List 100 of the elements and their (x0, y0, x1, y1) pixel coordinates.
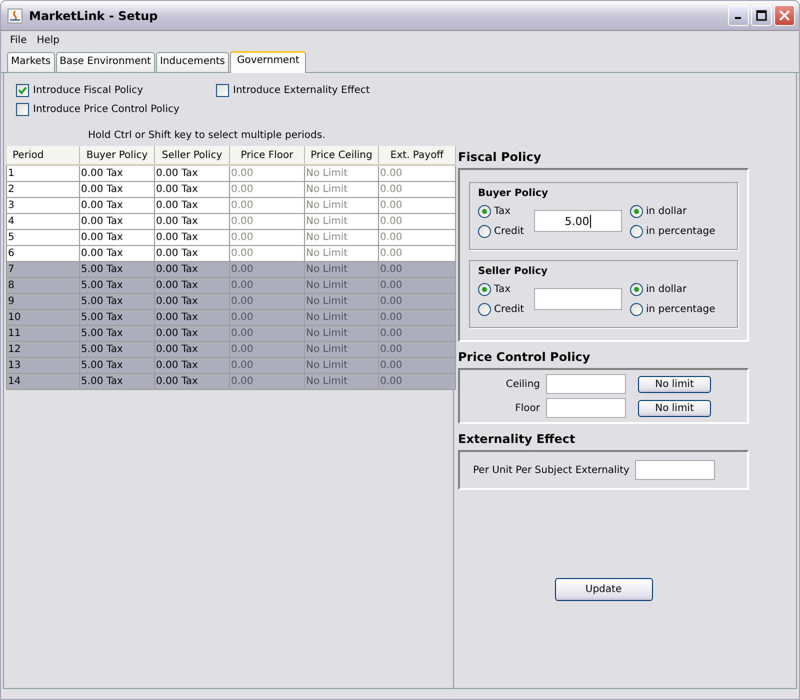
radio-label[interactable]: in dollar (646, 206, 687, 216)
section-title: Externality Effect (458, 432, 576, 446)
field-label: Floor (514, 402, 540, 414)
table-cell: 0.00 Tax (154, 326, 230, 342)
column-header[interactable]: Seller Policy (154, 146, 230, 165)
table-cell: No Limit (304, 165, 378, 182)
menu-item[interactable]: Help (32, 34, 65, 46)
table-row[interactable]: 6 0.00 Tax 0.00 Tax 0.00 No Limit 0.00 (6, 246, 456, 262)
table-cell: 0.00 (378, 358, 456, 374)
section-title: Price Control Policy (458, 350, 592, 364)
table-cell: 0.00 Tax (80, 182, 154, 198)
table-cell: 0.00 (230, 182, 304, 198)
radio-button[interactable] (478, 282, 491, 296)
table-cell: 11 (6, 326, 80, 342)
section-title: Fiscal Policy (458, 150, 542, 164)
table-cell: No Limit (304, 294, 378, 310)
table-row[interactable]: 14 5.00 Tax 0.00 Tax 0.00 No Limit 0.00 (6, 374, 456, 390)
radio-label[interactable]: Credit (494, 304, 524, 314)
radio-label[interactable]: in percentage (646, 226, 716, 236)
table-cell: 3 (6, 198, 80, 214)
tab[interactable]: Markets (7, 52, 55, 72)
table-cell: 4 (6, 214, 80, 230)
tab[interactable]: Base Environment (56, 52, 155, 72)
update-button[interactable]: Update (554, 578, 652, 601)
checkbox[interactable] (16, 103, 29, 116)
maximize-icon[interactable] (751, 5, 772, 26)
close-icon[interactable] (774, 5, 795, 26)
radio-button[interactable] (478, 204, 491, 218)
table-row[interactable]: 8 5.00 Tax 0.00 Tax 0.00 No Limit 0.00 (6, 278, 456, 294)
table-cell: No Limit (304, 230, 378, 246)
table-cell: No Limit (304, 310, 378, 326)
table-cell: 12 (6, 342, 80, 358)
no-limit-button[interactable]: No limit (638, 400, 711, 416)
table-row[interactable]: 10 5.00 Tax 0.00 Tax 0.00 No Limit 0.00 (6, 310, 456, 326)
input-field[interactable] (546, 398, 626, 418)
table-row[interactable]: 5 0.00 Tax 0.00 Tax 0.00 No Limit 0.00 (6, 230, 456, 246)
table-row[interactable]: 11 5.00 Tax 0.00 Tax 0.00 No Limit 0.00 (6, 326, 456, 342)
input-field[interactable] (546, 374, 626, 394)
checkbox[interactable] (16, 84, 29, 97)
table-cell: 13 (6, 358, 80, 374)
table-row[interactable]: 7 5.00 Tax 0.00 Tax 0.00 No Limit 0.00 (6, 262, 456, 278)
table-cell: 5.00 Tax (80, 374, 154, 390)
field-label: Per Unit Per Subject Externality (473, 464, 630, 476)
table-cell: 0.00 (378, 230, 456, 246)
table-cell: 0.00 (378, 326, 456, 342)
radio-button[interactable] (630, 302, 643, 316)
table-cell: 0.00 (378, 294, 456, 310)
table-cell: 0.00 Tax (80, 246, 154, 262)
table-cell: 0.00 Tax (154, 214, 230, 230)
minimize-icon[interactable] (728, 5, 749, 26)
table-cell: 0.00 (230, 214, 304, 230)
input-field[interactable]: 5.00 (534, 210, 622, 232)
column-header[interactable]: Buyer Policy (80, 146, 154, 165)
checkbox-label[interactable]: Introduce Price Control Policy (33, 104, 180, 115)
checkbox-label[interactable]: Introduce Externality Effect (233, 85, 370, 96)
radio-button[interactable] (478, 224, 491, 238)
table-cell: No Limit (304, 374, 378, 390)
table-cell: 0.00 Tax (154, 374, 230, 390)
column-header[interactable]: Period (6, 146, 80, 165)
table-cell: No Limit (304, 214, 378, 230)
tab[interactable]: Inducements (156, 52, 229, 72)
radio-button[interactable] (630, 282, 643, 296)
table-row[interactable]: 3 0.00 Tax 0.00 Tax 0.00 No Limit 0.00 (6, 198, 456, 214)
checkbox-label[interactable]: Introduce Fiscal Policy (33, 85, 144, 96)
table-cell: 0.00 (378, 182, 456, 198)
checkbox[interactable] (216, 84, 229, 97)
radio-button[interactable] (630, 204, 643, 218)
table-row[interactable]: 4 0.00 Tax 0.00 Tax 0.00 No Limit 0.00 (6, 214, 456, 230)
radio-button[interactable] (630, 224, 643, 238)
radio-label[interactable]: in dollar (646, 284, 687, 294)
table-row[interactable]: 12 5.00 Tax 0.00 Tax 0.00 No Limit 0.00 (6, 342, 456, 358)
input-field[interactable] (534, 288, 622, 310)
radio-label[interactable]: Tax (494, 206, 510, 216)
window-title: MarketLink - Setup (29, 8, 159, 22)
radio-label[interactable]: Credit (494, 226, 524, 236)
table-row[interactable]: 9 5.00 Tax 0.00 Tax 0.00 No Limit 0.00 (6, 294, 456, 310)
radio-label[interactable]: Tax (494, 284, 510, 294)
table-cell: 14 (6, 374, 80, 390)
radio-label[interactable]: in percentage (646, 304, 716, 314)
table-cell: 0.00 Tax (80, 198, 154, 214)
no-limit-button[interactable]: No limit (638, 376, 711, 392)
table-cell: 0.00 (230, 294, 304, 310)
radio-button[interactable] (478, 302, 491, 316)
table-cell: 2 (6, 182, 80, 198)
table-cell: 5.00 Tax (80, 358, 154, 374)
table-cell: 5.00 Tax (80, 262, 154, 278)
tab[interactable]: Government (230, 51, 306, 73)
menu-item[interactable]: File (5, 34, 32, 46)
table-cell: No Limit (304, 182, 378, 198)
table-row[interactable]: 13 5.00 Tax 0.00 Tax 0.00 No Limit 0.00 (6, 358, 456, 374)
table-row[interactable]: 1 0.00 Tax 0.00 Tax 0.00 No Limit 0.00 (6, 165, 456, 182)
table-cell: 5.00 Tax (80, 310, 154, 326)
table-cell: No Limit (304, 326, 378, 342)
table-cell: 0.00 (378, 310, 456, 326)
table-row[interactable]: 2 0.00 Tax 0.00 Tax 0.00 No Limit 0.00 (6, 182, 456, 198)
input-field[interactable] (635, 460, 716, 480)
table-cell: No Limit (304, 262, 378, 278)
hint-text: Hold Ctrl or Shift key to select multiple periods. (88, 130, 326, 141)
table-cell: 8 (6, 278, 80, 294)
table-cell: No Limit (304, 198, 378, 214)
